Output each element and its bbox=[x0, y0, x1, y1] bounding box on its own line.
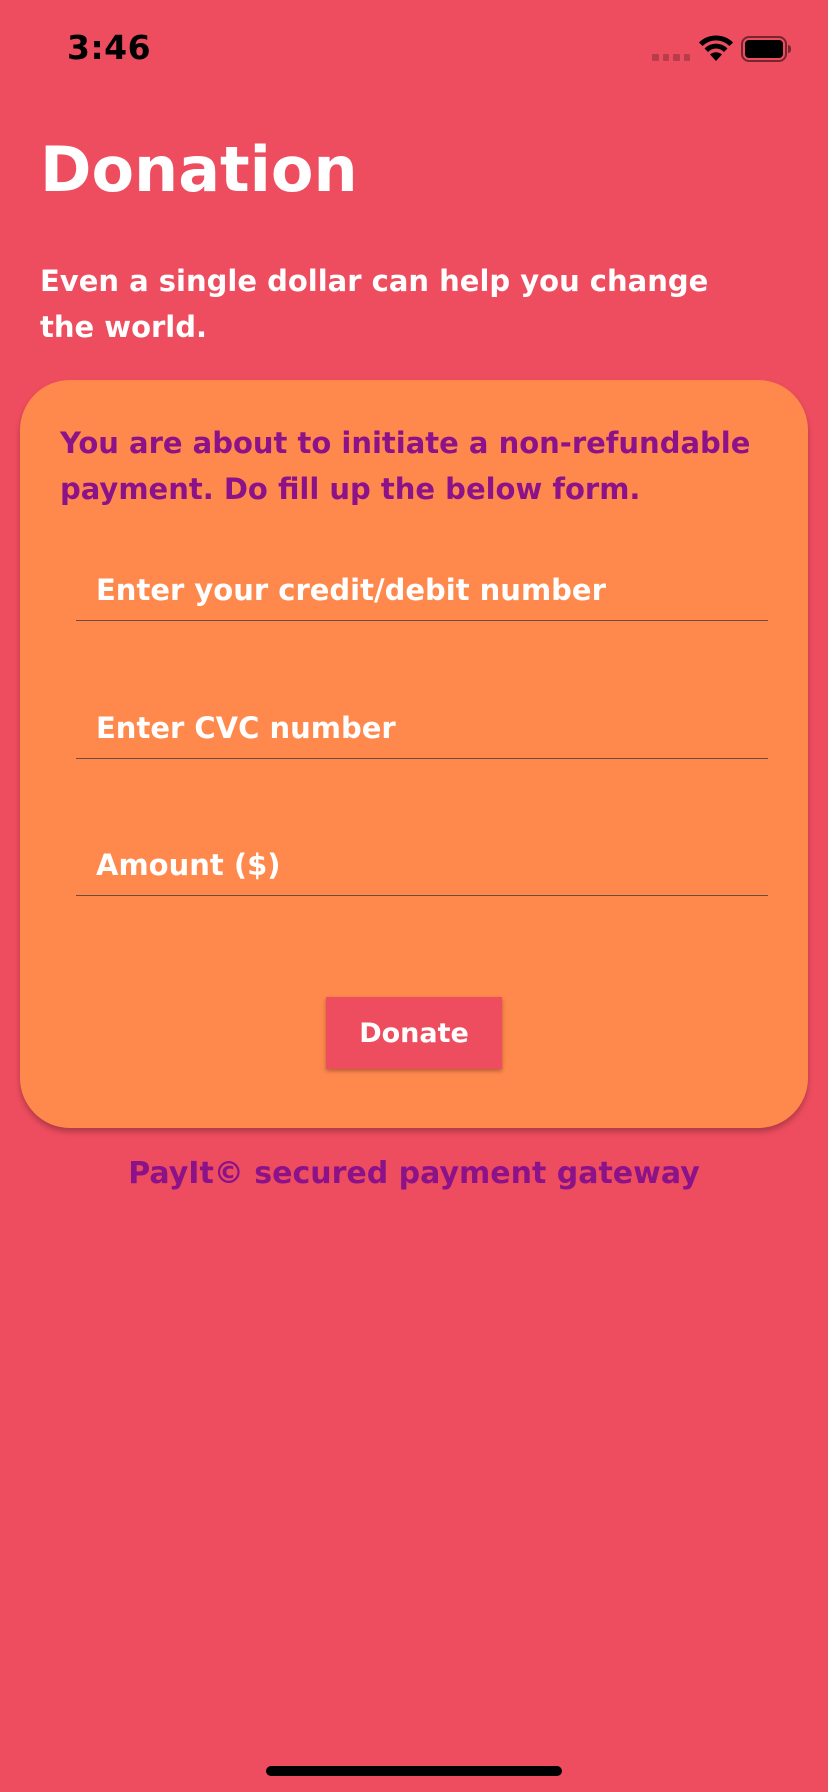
page-subtitle: Even a single dollar can help you change… bbox=[40, 264, 709, 344]
amount-field-wrapper bbox=[76, 835, 768, 896]
cellular-signal-icon bbox=[652, 54, 692, 62]
wifi-icon bbox=[699, 35, 733, 61]
card-number-field-wrapper bbox=[76, 560, 768, 621]
footer-gateway-text: PayIt© secured payment gateway bbox=[128, 1156, 700, 1191]
cvc-input[interactable] bbox=[76, 698, 768, 758]
home-indicator[interactable] bbox=[266, 1766, 562, 1776]
status-time: 3:46 bbox=[67, 28, 152, 67]
cvc-field-wrapper bbox=[76, 698, 768, 759]
donate-button[interactable]: Donate bbox=[326, 997, 502, 1069]
status-bar: 3:46 bbox=[0, 0, 828, 100]
payment-notice: You are about to initiate a non-refundab… bbox=[60, 426, 751, 506]
page-title: Donation bbox=[40, 133, 358, 206]
donation-form-card: You are about to initiate a non-refundab… bbox=[20, 380, 808, 1128]
amount-input[interactable] bbox=[76, 835, 768, 895]
battery-icon bbox=[741, 36, 791, 62]
card-number-input[interactable] bbox=[76, 560, 768, 620]
